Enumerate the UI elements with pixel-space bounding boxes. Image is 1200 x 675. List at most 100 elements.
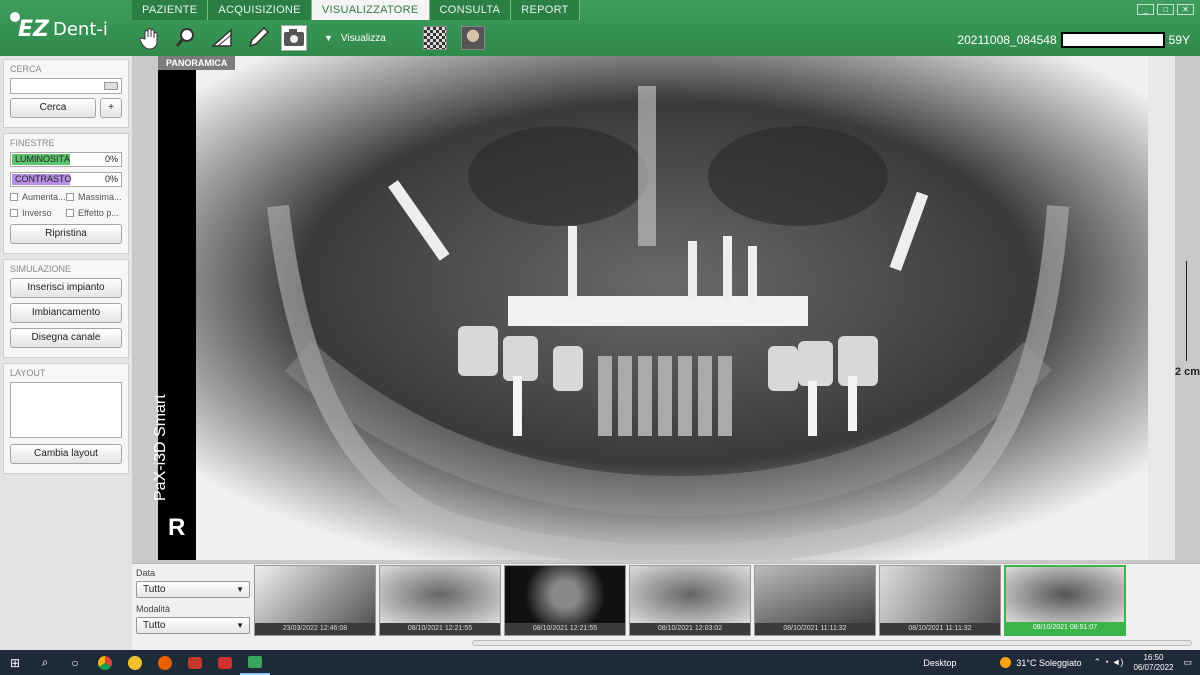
- visualizza-label: Visualizza: [340, 32, 386, 44]
- checker-icon[interactable]: [422, 26, 447, 50]
- add-button[interactable]: +: [100, 98, 122, 118]
- tray-icons[interactable]: ⌃ ◔ ◄): [1094, 657, 1124, 668]
- tab-visualizzatore[interactable]: VISUALIZZATORE: [311, 0, 430, 20]
- task-view-icon[interactable]: ○: [60, 650, 90, 675]
- draw-canal-button[interactable]: Disegna canale: [10, 328, 122, 348]
- visualizza-dropdown[interactable]: ▼ Visualizza: [324, 33, 386, 44]
- thumbnail-scrollbar[interactable]: [472, 640, 1192, 646]
- tab-paziente[interactable]: PAZIENTE: [132, 0, 209, 20]
- insert-implant-button[interactable]: Inserisci impianto: [10, 278, 122, 298]
- thumbnail-date: 08/10/2021 11:11:32: [755, 623, 875, 635]
- date-filter-value: Tutto: [143, 584, 166, 595]
- thumbnail-item[interactable]: 23/03/2022 12:46:08: [254, 565, 376, 636]
- contrast-label: CONTRASTO: [15, 174, 72, 184]
- brightness-value: 0%: [104, 154, 118, 164]
- device-label: PaX-i3D Smart: [152, 394, 169, 501]
- minimize-icon[interactable]: _: [1137, 4, 1154, 15]
- magnifier-icon[interactable]: [173, 25, 199, 51]
- notification-icon[interactable]: ▭: [1183, 657, 1192, 668]
- clock-date: 06/07/2022: [1133, 662, 1174, 672]
- view-label: PANORAMICA: [158, 56, 236, 70]
- checkbox-icon: [66, 193, 74, 201]
- contrast-slider[interactable]: CONTRASTO 0%: [10, 172, 122, 187]
- view-buttons: [416, 26, 492, 50]
- weather-text[interactable]: 31°C Soleggiato: [1016, 658, 1081, 668]
- search-icon[interactable]: ⌕: [30, 650, 60, 675]
- camera-icon[interactable]: [281, 25, 307, 51]
- option-inverso[interactable]: Inverso: [10, 208, 66, 218]
- layout-preview[interactable]: [10, 382, 122, 438]
- checkbox-icon: [10, 193, 18, 201]
- thumbnail-item[interactable]: 08/10/2021 11:11:32: [879, 565, 1001, 636]
- clock[interactable]: 16:50 06/07/2022: [1133, 653, 1173, 673]
- reset-button[interactable]: Ripristina: [10, 224, 122, 244]
- option-label: Massima...: [78, 192, 122, 202]
- scale-label: 2 cm: [1174, 366, 1200, 378]
- close-icon[interactable]: ✕: [1177, 4, 1194, 15]
- side-marker: R: [168, 514, 186, 541]
- thumbnail-item-selected[interactable]: 08/10/2021 08:51:07: [1004, 565, 1126, 636]
- checkbox-icon: [10, 209, 18, 217]
- date-filter-select[interactable]: Tutto ▼: [136, 581, 250, 598]
- tab-acquisizione[interactable]: ACQUISIZIONE: [208, 0, 312, 20]
- brightness-slider[interactable]: LUMINOSITÀ 0%: [10, 152, 122, 167]
- option-massima[interactable]: Massima...: [66, 192, 122, 202]
- recorder-icon[interactable]: [210, 650, 240, 675]
- thumbnail-date: 08/10/2021 12:03:02: [630, 623, 750, 635]
- face-icon[interactable]: [460, 26, 485, 50]
- thumbnail-date: 08/10/2021 12:21:55: [505, 623, 625, 635]
- option-aumenta[interactable]: Aumenta...: [10, 192, 66, 202]
- yellow-app-icon[interactable]: [120, 650, 150, 675]
- panel-finestre: FINESTRE LUMINOSITÀ 0% CONTRASTO 0% Aume…: [3, 133, 129, 254]
- maximize-icon[interactable]: □: [1157, 4, 1174, 15]
- thumbnail-date: 23/03/2022 12:46:08: [255, 623, 375, 635]
- thumbnail-item[interactable]: 08/10/2021 12:21:55: [379, 565, 501, 636]
- thumbnail-image: [1006, 567, 1124, 622]
- search-input[interactable]: [10, 78, 122, 94]
- thumbnail-list: 23/03/2022 12:46:08 08/10/2021 12:21:55 …: [254, 565, 1129, 636]
- thumbnail-date: 08/10/2021 12:21:55: [380, 623, 500, 635]
- keyboard-icon[interactable]: [104, 82, 118, 90]
- pencil-icon[interactable]: [245, 25, 271, 51]
- thumbnail-image: [880, 566, 1000, 623]
- filters: Data Tutto ▼ Modalità Tutto ▼: [136, 568, 250, 640]
- checkbox-icon: [66, 209, 74, 217]
- image-viewer: PANORAMICA PaX-i3D Smart R 2 cm: [132, 56, 1200, 563]
- weather-icon: [1000, 657, 1012, 668]
- chrome-icon[interactable]: [90, 650, 120, 675]
- panel-title: CERCA: [10, 64, 42, 74]
- firefox-icon[interactable]: [150, 650, 180, 675]
- whitening-button[interactable]: Imbiancamento: [10, 303, 122, 323]
- option-effetto[interactable]: Effetto p...: [66, 208, 122, 218]
- tab-consulta[interactable]: CONSULTA: [429, 0, 512, 20]
- change-layout-button[interactable]: Cambia layout: [10, 444, 122, 464]
- angle-icon[interactable]: [209, 25, 235, 51]
- search-button[interactable]: Cerca: [10, 98, 96, 118]
- option-label: Effetto p...: [78, 208, 119, 218]
- hand-icon[interactable]: [137, 25, 163, 51]
- windows-start-icon[interactable]: ⊞: [0, 650, 30, 675]
- xray-image: [158, 56, 1175, 560]
- thumbnail-item[interactable]: 08/10/2021 12:03:02: [629, 565, 751, 636]
- thumbnail-image: [255, 566, 375, 623]
- thumbnail-item[interactable]: 08/10/2021 12:21:55: [504, 565, 626, 636]
- ezdent-taskbar-icon[interactable]: [240, 650, 270, 675]
- toolbar: ▼ Visualizza: [132, 22, 492, 54]
- chevron-down-icon: ▼: [236, 585, 244, 594]
- main-tabs: PAZIENTE ACQUISIZIONE VISUALIZZATORE CON…: [132, 0, 580, 20]
- system-tray: Desktop 31°C Soleggiato ⌃ ◔ ◄) 16:50 06/…: [923, 650, 1200, 675]
- thumbnail-item[interactable]: 08/10/2021 11:11:32: [754, 565, 876, 636]
- header-bar: EZ Dent-i PAZIENTE ACQUISIZIONE VISUALIZ…: [0, 0, 1200, 56]
- thumbnail-image: [380, 566, 500, 623]
- thumbnail-image: [505, 566, 625, 623]
- brightness-label: LUMINOSITÀ: [15, 154, 71, 164]
- chevron-down-icon: ▼: [324, 33, 333, 43]
- app-icon[interactable]: [180, 650, 210, 675]
- modality-filter-select[interactable]: Tutto ▼: [136, 617, 250, 634]
- tab-report[interactable]: REPORT: [511, 0, 580, 20]
- panoramic-xray[interactable]: [158, 56, 1175, 560]
- scale-ruler: [1186, 261, 1196, 361]
- image-strip: Data Tutto ▼ Modalità Tutto ▼ 23/03/2022…: [132, 563, 1200, 650]
- desktop-label[interactable]: Desktop: [923, 658, 956, 668]
- thumbnail-date: 08/10/2021 08:51:07: [1006, 622, 1124, 634]
